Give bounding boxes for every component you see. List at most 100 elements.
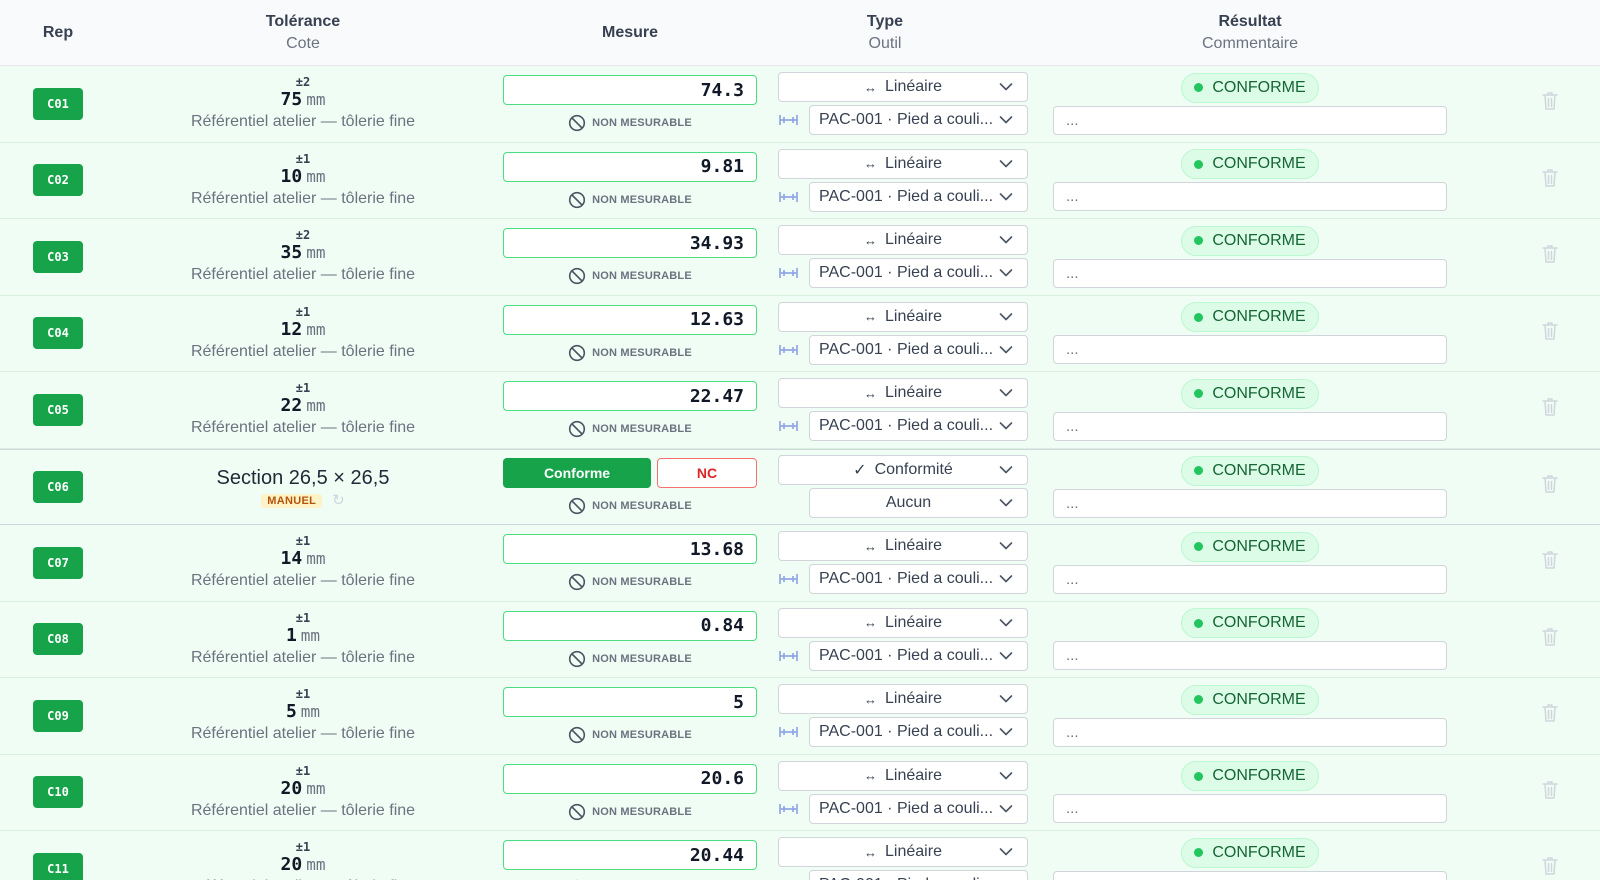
- cote-line: 20 mm: [281, 778, 326, 801]
- tool-select[interactable]: PAC-001 · Pied a couli...: [809, 258, 1028, 289]
- trash-icon[interactable]: [1540, 702, 1560, 724]
- type-select-value: Linéaire: [885, 537, 942, 555]
- type-select[interactable]: ↔ Linéaire: [778, 837, 1028, 868]
- measure-input[interactable]: 20.6: [503, 763, 757, 794]
- delete-row-button[interactable]: [1540, 320, 1560, 347]
- type-select[interactable]: ↔ Linéaire: [778, 225, 1028, 256]
- type-select[interactable]: ↔ Linéaire: [778, 301, 1028, 332]
- delete-row-button[interactable]: [1540, 473, 1560, 500]
- tool-select[interactable]: PAC-001 · Pied a couli...: [809, 334, 1028, 365]
- rep-cell: C10: [0, 755, 116, 831]
- delete-row-button[interactable]: [1540, 855, 1560, 880]
- tool-select[interactable]: PAC-001 · Pied a couli...: [809, 564, 1028, 595]
- measure-input[interactable]: 9.81: [503, 151, 757, 182]
- comment-input[interactable]: ...: [1053, 564, 1447, 594]
- actions-cell: [1500, 755, 1600, 831]
- measure-input[interactable]: 5: [503, 687, 757, 718]
- comment-input[interactable]: ...: [1053, 335, 1447, 365]
- type-select[interactable]: ↔ Linéaire: [778, 72, 1028, 103]
- comment-input[interactable]: ...: [1053, 411, 1447, 441]
- trash-icon[interactable]: [1540, 320, 1560, 342]
- tool-select[interactable]: PAC-001 · Pied a couli...: [809, 870, 1028, 880]
- tool-select[interactable]: PAC-001 · Pied a couli...: [809, 640, 1028, 671]
- type-select[interactable]: ↔ Linéaire: [778, 684, 1028, 715]
- measure-input[interactable]: 20.44: [503, 840, 757, 871]
- delete-row-button[interactable]: [1540, 243, 1560, 270]
- trash-icon[interactable]: [1540, 167, 1560, 189]
- non-mesurable-toggle[interactable]: NON MESURABLE: [568, 344, 692, 362]
- non-mesurable-toggle[interactable]: NON MESURABLE: [568, 573, 692, 591]
- type-select-value: Conformité: [874, 461, 953, 479]
- cote-value: 22: [280, 395, 303, 417]
- comment-input[interactable]: ...: [1053, 488, 1447, 518]
- comment-input[interactable]: ...: [1053, 870, 1447, 880]
- trash-icon[interactable]: [1540, 779, 1560, 801]
- comment-input[interactable]: ...: [1053, 717, 1447, 747]
- tool-select[interactable]: PAC-001 · Pied a couli...: [809, 793, 1028, 824]
- measure-input[interactable]: 34.93: [503, 228, 757, 259]
- tool-select[interactable]: PAC-001 · Pied a couli...: [809, 411, 1028, 442]
- comment-input[interactable]: ...: [1053, 182, 1447, 212]
- non-mesurable-label: NON MESURABLE: [592, 117, 692, 130]
- non-mesurable-toggle[interactable]: NON MESURABLE: [568, 267, 692, 285]
- trash-icon[interactable]: [1540, 243, 1560, 265]
- non-mesurable-toggle[interactable]: NON MESURABLE: [568, 191, 692, 209]
- trash-icon[interactable]: [1540, 626, 1560, 648]
- tolerance-cell: ±1 14 mm Référentiel atelier — tôlerie fi…: [116, 525, 490, 601]
- tool-select[interactable]: PAC-001 · Pied a couli...: [809, 105, 1028, 136]
- measure-input[interactable]: 12.63: [503, 304, 757, 335]
- ban-icon: [569, 421, 586, 438]
- measure-input[interactable]: 13.68: [503, 534, 757, 565]
- status-badge: CONFORME: [1181, 455, 1319, 486]
- tool-select[interactable]: PAC-001 · Pied a couli...: [809, 717, 1028, 748]
- status-label: CONFORME: [1212, 78, 1306, 96]
- type-select[interactable]: ✓ Conformité: [778, 455, 1028, 486]
- tool-select[interactable]: PAC-001 · Pied a couli...: [809, 181, 1028, 212]
- trash-icon[interactable]: [1540, 855, 1560, 877]
- delete-row-button[interactable]: [1540, 779, 1560, 806]
- type-select[interactable]: ↔ Linéaire: [778, 378, 1028, 409]
- comment-input[interactable]: ...: [1053, 794, 1447, 824]
- type-select[interactable]: ↔ Linéaire: [778, 531, 1028, 562]
- comment-input[interactable]: ...: [1053, 258, 1447, 288]
- trash-icon[interactable]: [1540, 396, 1560, 418]
- nc-button[interactable]: NC: [657, 458, 757, 489]
- measure-input[interactable]: 74.3: [503, 75, 757, 106]
- non-mesurable-toggle[interactable]: NON MESURABLE: [568, 114, 692, 132]
- delete-row-button[interactable]: [1540, 549, 1560, 576]
- measure-input[interactable]: 0.84: [503, 610, 757, 641]
- delete-row-button[interactable]: [1540, 396, 1560, 423]
- non-mesurable-toggle[interactable]: NON MESURABLE: [568, 497, 692, 515]
- conformity-buttons: Conforme NC: [503, 458, 757, 489]
- delete-row-button[interactable]: [1540, 167, 1560, 194]
- delete-row-button[interactable]: [1540, 626, 1560, 653]
- referentiel-text: Référentiel atelier — tôlerie fine: [190, 648, 416, 666]
- linear-arrows-icon: ↔: [864, 232, 878, 248]
- non-mesurable-toggle[interactable]: NON MESURABLE: [568, 726, 692, 744]
- comment-input[interactable]: ...: [1053, 105, 1447, 135]
- non-mesurable-toggle[interactable]: NON MESURABLE: [568, 803, 692, 821]
- measure-input[interactable]: 22.47: [503, 381, 757, 412]
- type-select[interactable]: ↔ Linéaire: [778, 148, 1028, 179]
- referentiel-text: Référentiel atelier — tôlerie fine: [190, 725, 416, 743]
- conforme-button[interactable]: Conforme: [503, 458, 651, 489]
- trash-icon[interactable]: [1540, 90, 1560, 112]
- trash-icon[interactable]: [1540, 473, 1560, 495]
- rep-cell: C02: [0, 143, 116, 219]
- inspection-table: Rep Tolérance Cote Mesure Type Outil Rés…: [0, 0, 1600, 880]
- type-select[interactable]: ↔ Linéaire: [778, 760, 1028, 791]
- delete-row-button[interactable]: [1540, 90, 1560, 117]
- trash-icon[interactable]: [1540, 549, 1560, 571]
- tool-line: PAC-001 · Pied a couli...: [778, 334, 1028, 365]
- status-dot-icon: [1194, 771, 1204, 781]
- non-mesurable-toggle[interactable]: NON MESURABLE: [568, 650, 692, 668]
- status-badge: CONFORME: [1181, 72, 1319, 103]
- result-cell: CONFORME ...: [1000, 219, 1500, 295]
- reset-icon[interactable]: ↻: [332, 493, 345, 508]
- non-mesurable-toggle[interactable]: NON MESURABLE: [568, 420, 692, 438]
- table-row: C01 ±2 75 mm Référentiel atelier — tôleri…: [0, 66, 1600, 143]
- comment-input[interactable]: ...: [1053, 641, 1447, 671]
- delete-row-button[interactable]: [1540, 702, 1560, 729]
- tool-select[interactable]: Aucun: [809, 488, 1028, 519]
- type-select[interactable]: ↔ Linéaire: [778, 607, 1028, 638]
